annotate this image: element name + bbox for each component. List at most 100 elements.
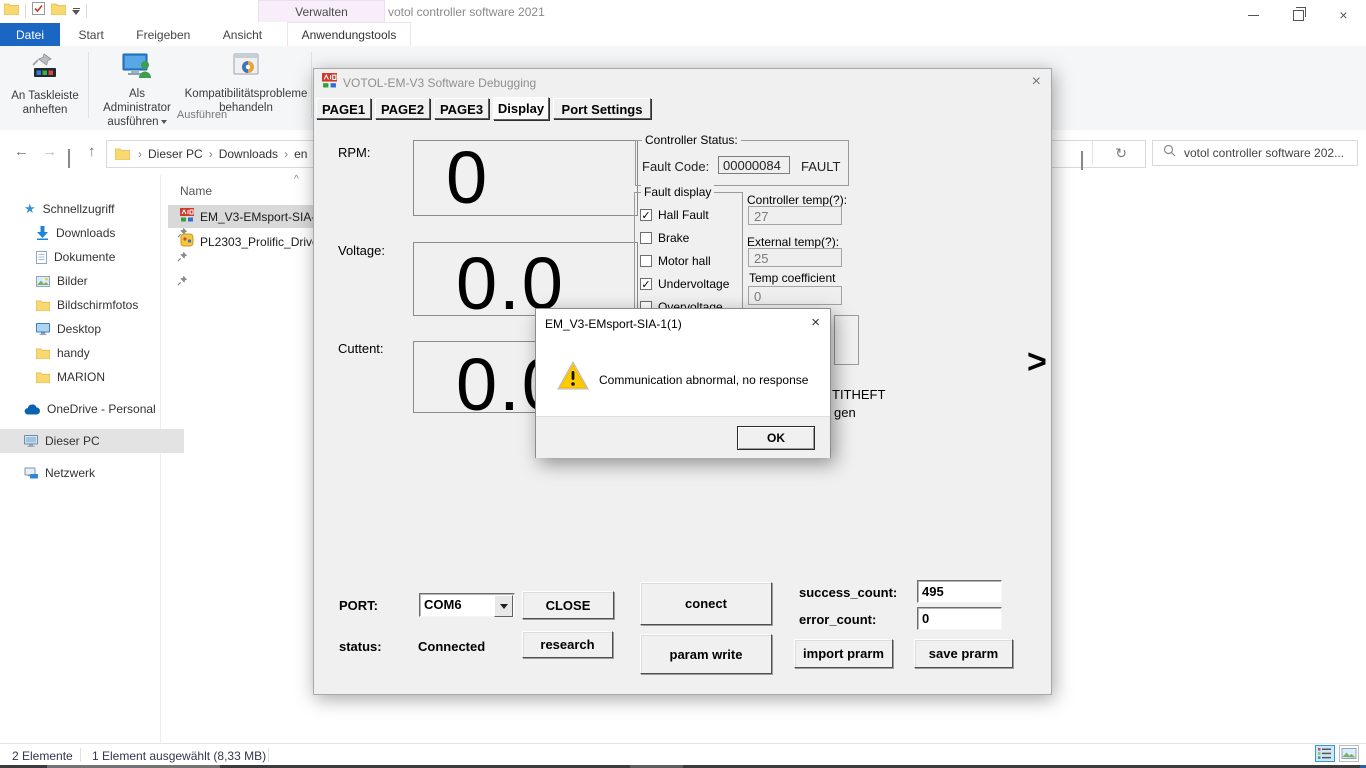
search-icon: [1163, 144, 1176, 162]
tab-ansicht[interactable]: Ansicht: [209, 23, 276, 47]
column-header-name[interactable]: Name: [180, 184, 212, 198]
sidebar-item-marion[interactable]: MARION: [0, 365, 196, 389]
sidebar-label: MARION: [57, 370, 105, 384]
save-param-button[interactable]: save prarm: [914, 639, 1013, 668]
sidebar-item-bildschirmfotos[interactable]: Bildschirmfotos: [0, 293, 196, 317]
import-param-button[interactable]: import prarm: [794, 639, 893, 668]
onedrive-cloud-icon: [24, 404, 40, 415]
sidebar-item-handy[interactable]: handy: [0, 341, 196, 365]
file-name: PL2303_Prolific_Driver: [200, 235, 323, 249]
back-icon[interactable]: ←: [14, 143, 29, 160]
sidebar-item-downloads[interactable]: Downloads: [0, 221, 196, 245]
up-icon[interactable]: ↑: [88, 143, 96, 160]
dialog-footer: OK: [536, 416, 830, 458]
driver-app-icon: [180, 233, 194, 250]
rpm-label: RPM:: [338, 145, 371, 160]
checkbox[interactable]: [640, 232, 652, 244]
research-button[interactable]: research: [522, 631, 613, 658]
dialog-close-icon[interactable]: ×: [811, 314, 820, 331]
sidebar-label: Downloads: [56, 226, 115, 240]
sidebar-item-dokumente[interactable]: Dokumente: [0, 245, 196, 269]
checkbox[interactable]: [640, 255, 652, 267]
network-icon: [24, 467, 38, 479]
properties-check-icon[interactable]: [32, 2, 45, 20]
temp-coefficient-field[interactable]: 0: [748, 286, 842, 305]
sidebar-item-dieser-pc[interactable]: Dieser PC: [0, 429, 184, 453]
sidebar-item-onedrive[interactable]: OneDrive - Personal: [0, 397, 184, 421]
downloads-icon: [36, 226, 49, 240]
folder-icon: [115, 148, 130, 160]
controller-status-group: Controller Status: Fault Code: 00000084 …: [635, 140, 849, 186]
tab-page2[interactable]: PAGE2: [375, 98, 430, 119]
statusbar: 2 Elemente 1 Element ausgewählt (8,33 MB…: [0, 743, 1366, 766]
folder-icon: [36, 300, 50, 311]
tab-datei[interactable]: Datei: [0, 23, 60, 47]
ribbon-tab-row: Datei Start Freigeben Ansicht Anwendungs…: [0, 22, 1366, 47]
tab-start[interactable]: Start: [64, 23, 117, 47]
sort-ascending-icon[interactable]: ^: [294, 174, 299, 185]
fault-item-hall-fault[interactable]: ✓Hall Fault: [640, 208, 709, 222]
breadcrumb-dieser-pc[interactable]: Dieser PC: [144, 147, 207, 161]
success-count-field[interactable]: 495: [917, 580, 1002, 603]
param-write-button[interactable]: param write: [640, 634, 772, 674]
port-value: COM6: [424, 597, 462, 612]
port-label: PORT:: [339, 598, 378, 613]
voltage-label: Voltage:: [338, 243, 385, 258]
pin-to-taskbar-button[interactable]: An Taskleiste anheften: [4, 50, 86, 126]
breadcrumb-current[interactable]: en: [290, 147, 311, 161]
forward-icon[interactable]: →: [42, 143, 57, 160]
dialog-titlebar[interactable]: EM_V3-EMsport-SIA-1(1) ×: [536, 309, 830, 338]
details-view-button[interactable]: [1315, 745, 1335, 762]
contextual-tab-verwalten[interactable]: Verwalten: [258, 0, 385, 23]
sidebar-label: handy: [57, 346, 90, 360]
ribbon-group-divider: [311, 52, 312, 118]
fault-code-field[interactable]: 00000084: [718, 156, 790, 174]
sidebar-label: Dokumente: [54, 250, 115, 264]
error-count-field[interactable]: 0: [917, 607, 1002, 630]
search-input[interactable]: votol controller software 202...: [1184, 146, 1344, 160]
connect-button[interactable]: conect: [640, 582, 772, 625]
pin-icon: [177, 251, 188, 265]
address-dropdown-icon[interactable]: [1081, 151, 1083, 169]
sidebar-item-schnellzugriff[interactable]: ★ Schnellzugriff: [0, 197, 184, 221]
refresh-icon[interactable]: ↻: [1115, 145, 1127, 162]
fault-item-undervoltage[interactable]: ✓ Undervoltage: [640, 277, 729, 291]
tab-port-settings[interactable]: Port Settings: [553, 98, 651, 119]
close-port-button[interactable]: CLOSE: [522, 591, 614, 619]
fault-display-group-label: Fault display: [641, 185, 714, 199]
breadcrumb-downloads[interactable]: Downloads: [215, 147, 282, 161]
checkbox[interactable]: ✓: [640, 278, 652, 290]
tab-display[interactable]: Display: [493, 97, 549, 120]
tab-page3[interactable]: PAGE3: [434, 98, 489, 119]
controller-temp-field[interactable]: 27: [748, 206, 842, 225]
votol-close-icon[interactable]: ×: [1032, 73, 1041, 91]
thumbnail-view-button[interactable]: [1339, 745, 1359, 762]
folder-icon[interactable]: [51, 2, 66, 20]
chevron-right-icon[interactable]: >: [1027, 343, 1047, 382]
compatibility-icon: [182, 52, 310, 84]
sidebar-item-desktop[interactable]: Desktop: [0, 317, 196, 341]
tab-page1[interactable]: PAGE1: [316, 98, 371, 119]
external-temp-field[interactable]: 25: [748, 248, 842, 267]
folder-icon[interactable]: [4, 2, 19, 20]
fault-item-brake[interactable]: Brake: [640, 231, 689, 245]
checkbox[interactable]: ✓: [640, 209, 652, 221]
tab-freigeben[interactable]: Freigeben: [122, 23, 204, 47]
sidebar-label: Bildschirmfotos: [57, 298, 138, 312]
qat-customize-icon[interactable]: [72, 8, 80, 15]
fault-item-motor-hall[interactable]: Motor hall: [640, 254, 711, 268]
search-field[interactable]: votol controller software 202...: [1152, 140, 1358, 166]
ok-button[interactable]: OK: [737, 426, 815, 450]
sidebar-item-netzwerk[interactable]: Netzwerk: [0, 461, 184, 485]
votol-titlebar[interactable]: VOTOL-EM-V3 Software Debugging: [314, 69, 1051, 96]
tab-anwendungstools[interactable]: Anwendungstools: [287, 22, 412, 48]
compatibility-label: Kompatibilitätsprobleme: [185, 88, 308, 100]
combobox-dropdown-icon[interactable]: [494, 595, 513, 617]
port-combobox[interactable]: COM6: [419, 593, 515, 617]
sidebar-label: Desktop: [57, 322, 101, 336]
checkbox-label: Brake: [658, 231, 689, 245]
sidebar-item-bilder[interactable]: Bilder: [0, 269, 196, 293]
checkbox-label: Undervoltage: [658, 277, 729, 291]
history-chevron-icon[interactable]: [68, 149, 70, 167]
fault-code-label: Fault Code:: [642, 159, 709, 174]
